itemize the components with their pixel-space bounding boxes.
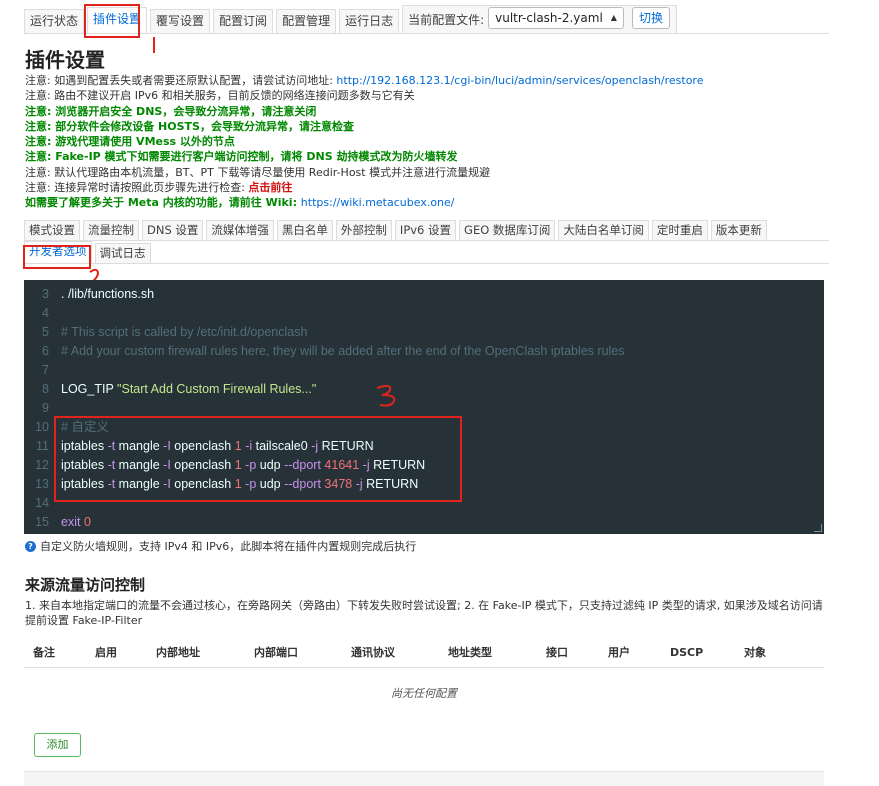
section-description: 1. 来自本地指定端口的流量不会通过核心，在旁路网关（旁路由）下转发失败时尝试设… <box>25 599 823 627</box>
subtab-traffic[interactable]: 流量控制 <box>83 220 139 240</box>
sub-tab-row-2: 开发者选项 调试日志 <box>24 241 829 264</box>
code-token: # Add your custom firewall rules here, t… <box>61 344 625 358</box>
code-line: 7 <box>24 361 61 380</box>
subtab-scheduled-restart[interactable]: 定时重启 <box>651 220 708 240</box>
line-number: 12 <box>35 458 49 472</box>
subtab-ipv6[interactable]: IPv6 设置 <box>394 220 457 240</box>
code-line: 5 # This script is called by /etc/init.d/… <box>24 323 307 342</box>
annotation-mark-3 <box>376 384 396 407</box>
col-dscp: DSCP <box>670 645 704 659</box>
col-internal-address: 内部地址 <box>156 646 200 659</box>
col-target: 对象 <box>744 646 766 659</box>
tab-log[interactable]: 运行日志 <box>339 9 400 33</box>
switch-config-button[interactable]: 切换 <box>631 7 670 29</box>
add-button[interactable]: 添加 <box>34 733 81 757</box>
subtab-dns[interactable]: DNS 设置 <box>142 220 204 240</box>
select-updown-icon: ▲ <box>610 13 617 22</box>
line-number: 6 <box>42 344 49 358</box>
subtab-geo[interactable]: GEO 数据库订阅 <box>459 220 556 240</box>
col-user: 用户 <box>608 646 630 659</box>
code-token: exit <box>61 515 81 529</box>
line-number: 4 <box>42 306 49 320</box>
notice-connection-check: 注意: 连接异常时请按照此页步骤先进行检查: 点击前往 <box>25 180 845 195</box>
line-number: 10 <box>35 420 49 434</box>
col-internal-port: 内部端口 <box>254 646 298 659</box>
col-remark: 备注 <box>33 646 55 659</box>
settings-sub-tabs: 模式设置 流量控制 DNS 设置 流媒体增强 黑白名单 外部控制 IPv6 设置… <box>24 219 829 264</box>
footer-bar <box>24 771 824 786</box>
annotation-box-1 <box>84 4 140 38</box>
subtab-debug-log[interactable]: 调试日志 <box>94 243 151 263</box>
col-address-type: 地址类型 <box>448 646 492 659</box>
tab-config-manage[interactable]: 配置管理 <box>276 9 337 33</box>
code-token: "Start Add Custom Firewall Rules..." <box>117 382 317 396</box>
notice-text: 如需要了解更多关于 Meta 内核的功能，请前往 Wiki: <box>25 196 301 210</box>
line-number: 15 <box>35 515 49 529</box>
resize-handle[interactable] <box>814 524 822 532</box>
notice-list: 注意: 如遇到配置丢失或者需要还原默认配置，请尝试访问地址: http://19… <box>25 73 845 211</box>
annotation-mark-1 <box>153 37 155 53</box>
subtab-china-whitelist[interactable]: 大陆白名单订阅 <box>558 220 649 240</box>
notice-secure-dns: 注意: 浏览器开启安全 DNS，会导致分流异常，请注意关闭 <box>25 104 317 118</box>
page-title: 插件设置 <box>25 48 105 72</box>
line-number: 5 <box>42 325 49 339</box>
line-number: 3 <box>42 287 49 301</box>
code-line: 15 exit 0 <box>24 513 91 532</box>
goto-check-link[interactable]: 点击前往 <box>248 181 292 194</box>
code-line: 8 LOG_TIP "Start Add Custom Firewall Rule… <box>24 380 316 399</box>
line-number: 14 <box>35 496 49 510</box>
line-number: 8 <box>42 382 49 396</box>
code-line: 4 <box>24 304 61 323</box>
code-token: # This script is called by /etc/init.d/o… <box>61 325 308 339</box>
subtab-external-control[interactable]: 外部控制 <box>335 220 392 240</box>
col-interface: 接口 <box>546 646 568 659</box>
notice-fake-ip: 注意: Fake-IP 模式下如需要进行客户端访问控制，请将 DNS 劫持模式改… <box>25 150 458 164</box>
code-line: 3 . /lib/functions.sh <box>24 285 154 304</box>
current-config-label: 当前配置文件: <box>408 12 485 27</box>
subtab-blackwhite[interactable]: 黑白名单 <box>276 220 333 240</box>
notice-default-proxy: 注意: 默认代理路由本机流量，BT、PT 下载等请尽量使用 Redir-Host… <box>25 165 491 179</box>
notice-ipv6: 注意: 路由不建议开启 IPv6 和相关服务，目前反馈的网络连接问题多数与它有关 <box>25 89 415 103</box>
editor-help: ? 自定义防火墙规则，支持 IPv4 和 IPv6，此脚本将在插件内置规则完成后… <box>25 538 416 554</box>
table-empty-message: 尚无任何配置 <box>391 687 457 700</box>
line-number: 11 <box>36 439 49 453</box>
tab-override-settings[interactable]: 覆写设置 <box>150 9 211 33</box>
config-file-value: vultr-clash-2.yaml <box>495 11 603 25</box>
subtab-mode[interactable]: 模式设置 <box>24 220 80 240</box>
line-number: 13 <box>35 477 49 491</box>
access-control-table: 备注 启用 内部地址 内部端口 通讯协议 地址类型 接口 用户 DSCP 对象 … <box>24 637 824 720</box>
notice-text: 注意: 连接异常时请按照此页步骤先进行检查: <box>25 181 249 195</box>
notice-hosts: 注意: 部分软件会修改设备 HOSTS，会导致分流异常，请注意检查 <box>25 119 354 133</box>
subtab-streaming[interactable]: 流媒体增强 <box>206 220 274 240</box>
code-token: . /lib/functions.sh <box>61 287 155 301</box>
notice-meta-wiki: 如需要了解更多关于 Meta 内核的功能，请前往 Wiki: https://w… <box>25 195 845 210</box>
subtab-version-update[interactable]: 版本更新 <box>710 220 767 240</box>
code-token: 0 <box>83 515 91 529</box>
restore-link[interactable]: http://192.168.123.1/cgi-bin/luci/admin/… <box>336 74 703 87</box>
col-protocol: 通讯协议 <box>351 646 395 659</box>
help-text: 自定义防火墙规则，支持 IPv4 和 IPv6，此脚本将在插件内置规则完成后执行 <box>40 540 417 553</box>
code-line: 6 # Add your custom firewall rules here, … <box>24 342 625 361</box>
help-icon: ? <box>25 540 36 552</box>
notice-game-proxy: 注意: 游戏代理请使用 VMess 以外的节点 <box>25 135 235 149</box>
top-tab-bar: 运行状态 插件设置 覆写设置 配置订阅 配置管理 运行日志 当前配置文件: vu… <box>24 5 829 34</box>
tab-config-subscribe[interactable]: 配置订阅 <box>213 9 274 33</box>
notice-restore: 注意: 如遇到配置丢失或者需要还原默认配置，请尝试访问地址: http://19… <box>25 73 845 88</box>
annotation-box-2 <box>23 245 91 269</box>
line-number: 9 <box>42 401 49 415</box>
wiki-link[interactable]: https://wiki.metacubex.one/ <box>301 196 455 209</box>
col-enabled: 启用 <box>95 646 117 659</box>
tab-status[interactable]: 运行状态 <box>24 9 85 33</box>
annotation-box-3 <box>54 416 462 502</box>
sub-tab-row-1: 模式设置 流量控制 DNS 设置 流媒体增强 黑白名单 外部控制 IPv6 设置… <box>24 219 829 241</box>
notice-text: 注意: 如遇到配置丢失或者需要还原默认配置，请尝试访问地址: <box>25 74 337 87</box>
table-header: 备注 启用 内部地址 内部端口 通讯协议 地址类型 接口 用户 DSCP 对象 <box>24 637 824 668</box>
code-token: LOG_TIP <box>61 382 118 396</box>
line-number: 7 <box>42 363 49 377</box>
config-file-select[interactable]: vultr-clash-2.yaml ▲ <box>488 7 624 29</box>
section-title: 来源流量访问控制 <box>25 576 146 594</box>
config-selector-container: 当前配置文件: vultr-clash-2.yaml ▲ 切换 <box>402 5 677 33</box>
